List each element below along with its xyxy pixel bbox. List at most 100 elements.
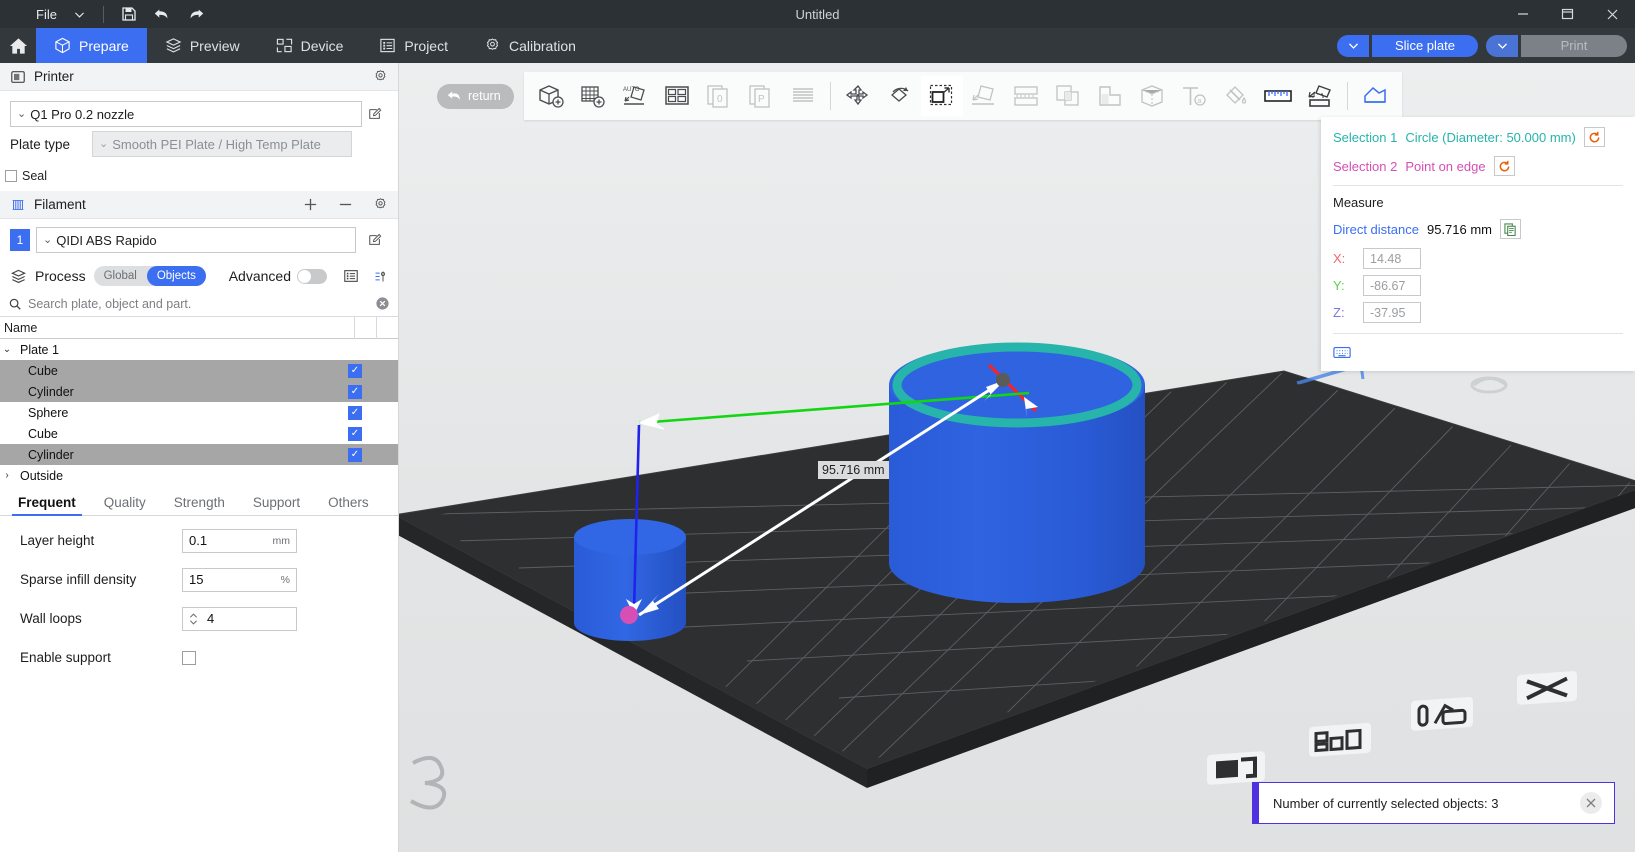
advanced-toggle[interactable] (297, 269, 327, 284)
printer-profile-select[interactable]: ⌄ Q1 Pro 0.2 nozzle (10, 101, 362, 127)
add-filament-button[interactable] (303, 197, 318, 212)
print-dropdown-button[interactable] (1486, 35, 1518, 57)
support-painting-icon[interactable] (1089, 76, 1131, 116)
stepper-icon[interactable] (189, 611, 198, 627)
save-button[interactable] (114, 0, 144, 28)
tab-calibration[interactable]: Calibration (466, 28, 594, 63)
device-icon (276, 37, 293, 54)
axis-x-value[interactable]: 14.48 (1363, 248, 1421, 269)
clear-search-button[interactable] (375, 296, 390, 311)
rotate-icon[interactable] (879, 76, 921, 116)
wall-loops-input[interactable]: 4 (182, 607, 297, 631)
edit-printer-button[interactable] (362, 107, 388, 121)
selection-1-label: Selection 1 (1333, 130, 1397, 145)
tab-quality[interactable]: Quality (90, 495, 160, 515)
split-to-objects-icon[interactable]: 0 (698, 76, 740, 116)
file-menu-button[interactable]: File (8, 0, 64, 28)
tree-row-outside[interactable]: › Outside (0, 465, 398, 486)
visibility-checkbox[interactable]: ✓ (348, 406, 362, 420)
reset-selection-1-button[interactable] (1584, 127, 1605, 147)
undo-button[interactable] (146, 0, 178, 28)
tree-row-cylinder-1[interactable]: Cylinder ✓ (0, 381, 398, 402)
tab-prepare[interactable]: Prepare (36, 28, 147, 63)
tab-others[interactable]: Others (314, 495, 383, 515)
compare-settings-button[interactable] (373, 269, 388, 284)
tab-project[interactable]: Project (361, 28, 466, 63)
return-button[interactable]: return (437, 84, 514, 109)
tab-preview[interactable]: Preview (147, 28, 258, 63)
3d-viewport[interactable]: 95.716 mm return AUTO (399, 63, 1635, 852)
auto-orient-icon[interactable] (656, 76, 698, 116)
printer-icon (10, 69, 26, 85)
add-object-icon[interactable] (530, 76, 572, 116)
tree-row-cube-1[interactable]: Cube ✓ (0, 360, 398, 381)
seal-checkbox[interactable] (5, 170, 17, 182)
scope-global-option[interactable]: Global (94, 266, 147, 286)
visibility-checkbox[interactable]: ✓ (348, 448, 362, 462)
redo-button[interactable] (180, 0, 212, 28)
parameter-list: Layer height 0.1 mm Sparse infill densit… (0, 526, 398, 672)
edit-filament-button[interactable] (362, 233, 388, 247)
axis-z-value[interactable]: -37.95 (1363, 302, 1421, 323)
column-header-name: Name (0, 321, 354, 335)
tab-device[interactable]: Device (258, 28, 362, 63)
visibility-checkbox[interactable]: ✓ (348, 427, 362, 441)
place-on-face-icon[interactable] (963, 76, 1005, 116)
filament-index[interactable]: 1 (10, 229, 30, 251)
sparse-infill-density-input[interactable]: 15 % (182, 568, 297, 592)
add-plate-icon[interactable] (572, 76, 614, 116)
slice-dropdown-button[interactable] (1337, 35, 1369, 57)
tree-row-cylinder-2[interactable]: Cylinder ✓ (0, 444, 398, 465)
tree-row-cube-2[interactable]: Cube ✓ (0, 423, 398, 444)
process-section-header: Process Global Objects Advanced (0, 261, 398, 291)
tree-row-sphere[interactable]: Sphere ✓ (0, 402, 398, 423)
scale-icon[interactable] (921, 76, 963, 116)
toast-close-button[interactable] (1580, 792, 1602, 814)
param-value: 15 (189, 572, 203, 587)
auto-arrange-icon[interactable]: AUTO (614, 76, 656, 116)
menu-dropdown-button[interactable] (66, 0, 93, 28)
printer-settings-button[interactable] (373, 69, 388, 84)
list-view-button[interactable] (343, 268, 359, 284)
color-painting-icon[interactable] (1215, 76, 1257, 116)
expand-chevron-icon[interactable]: ⌄ (0, 344, 14, 355)
mesh-boolean-icon[interactable] (1047, 76, 1089, 116)
layer-height-input[interactable]: 0.1 mm (182, 529, 297, 553)
object-cylinder-large[interactable] (889, 343, 1145, 603)
slice-plate-button[interactable]: Slice plate (1372, 35, 1478, 57)
home-button[interactable] (0, 28, 36, 63)
copy-distance-button[interactable] (1500, 219, 1521, 239)
visibility-checkbox[interactable]: ✓ (348, 385, 362, 399)
assembly-icon[interactable] (1299, 76, 1341, 116)
tab-support[interactable]: Support (239, 495, 314, 515)
simplify-icon[interactable] (1354, 76, 1396, 116)
remove-filament-button[interactable] (338, 197, 353, 212)
tree-row-plate-1[interactable]: ⌄ Plate 1 (0, 339, 398, 360)
measure-icon[interactable] (1257, 76, 1299, 116)
layers-bar-icon[interactable] (782, 76, 824, 116)
maximize-button[interactable] (1545, 0, 1590, 28)
close-circle-icon (375, 296, 390, 311)
cut-icon[interactable] (1005, 76, 1047, 116)
plate-type-select[interactable]: ⌄ Smooth PEI Plate / High Temp Plate (92, 131, 352, 157)
filament-name: QIDI ABS Rapido (56, 233, 156, 248)
collapse-chevron-icon[interactable]: › (0, 470, 14, 481)
split-to-parts-icon[interactable]: P (740, 76, 782, 116)
reset-selection-2-button[interactable] (1494, 156, 1515, 176)
tab-frequent[interactable]: Frequent (4, 495, 90, 515)
minimize-button[interactable] (1500, 0, 1545, 28)
seam-painting-icon[interactable] (1131, 76, 1173, 116)
keyboard-icon[interactable] (1333, 346, 1623, 359)
close-button[interactable] (1590, 0, 1635, 28)
search-input[interactable] (28, 297, 369, 311)
visibility-checkbox[interactable]: ✓ (348, 364, 362, 378)
move-icon[interactable] (837, 76, 879, 116)
scope-objects-option[interactable]: Objects (147, 266, 206, 286)
text-icon[interactable]: a (1173, 76, 1215, 116)
filament-select[interactable]: ⌄ QIDI ABS Rapido (36, 227, 356, 253)
axis-y-value[interactable]: -86.67 (1363, 275, 1421, 296)
print-button[interactable]: Print (1521, 35, 1627, 57)
enable-support-checkbox[interactable] (182, 651, 196, 665)
tab-strength[interactable]: Strength (160, 495, 239, 515)
filament-settings-button[interactable] (373, 197, 388, 212)
